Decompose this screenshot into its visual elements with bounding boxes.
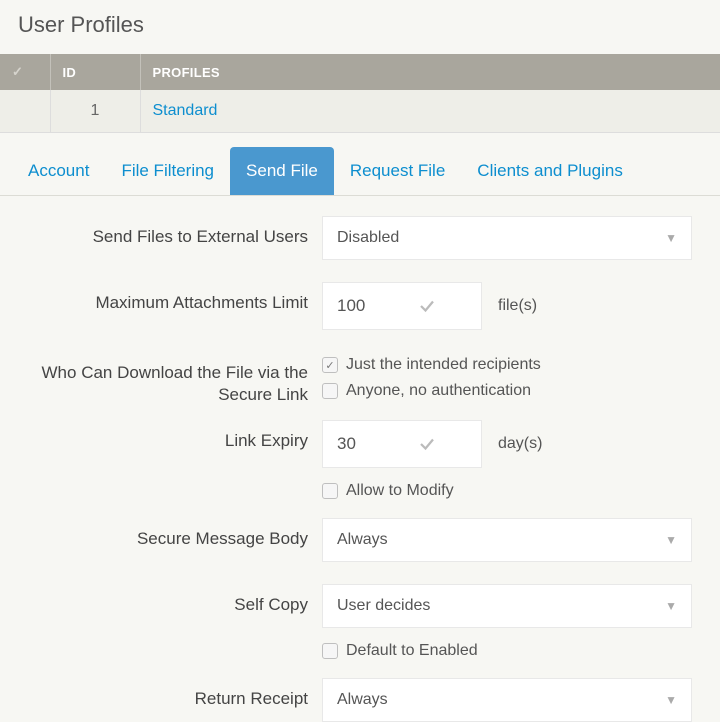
check-icon xyxy=(418,435,436,453)
option-anyone: Anyone, no authentication xyxy=(346,382,531,400)
confirm-link-expiry-button[interactable] xyxy=(407,421,447,467)
checkbox-intended-recipients[interactable] xyxy=(322,357,338,373)
checkbox-allow-modify[interactable] xyxy=(322,483,338,499)
chevron-down-icon: ▼ xyxy=(665,599,677,613)
header-profiles: PROFILES xyxy=(140,54,720,90)
unit-days: day(s) xyxy=(492,435,542,453)
header-checkbox-col[interactable]: ✓ xyxy=(0,54,50,90)
tab-request-file[interactable]: Request File xyxy=(334,147,461,195)
input-max-attach[interactable] xyxy=(337,296,407,316)
check-icon xyxy=(418,297,436,315)
tab-file-filtering[interactable]: File Filtering xyxy=(105,147,230,195)
option-intended-recipients: Just the intended recipients xyxy=(346,356,541,374)
select-value: Always xyxy=(337,531,388,549)
input-link-expiry-wrap xyxy=(322,420,482,468)
chevron-down-icon: ▼ xyxy=(665,533,677,547)
select-return-receipt[interactable]: Always ▼ xyxy=(322,678,692,722)
select-secure-body[interactable]: Always ▼ xyxy=(322,518,692,562)
unit-files: file(s) xyxy=(492,297,537,315)
table-row[interactable]: 1 Standard xyxy=(0,90,720,133)
checkbox-default-enabled[interactable] xyxy=(322,643,338,659)
check-icon: ✓ xyxy=(12,64,23,80)
label-return-receipt: Return Receipt xyxy=(12,678,322,710)
input-max-attach-wrap xyxy=(322,282,482,330)
row-checkbox-cell[interactable] xyxy=(0,90,50,133)
tabs: Account File Filtering Send File Request… xyxy=(0,147,720,196)
checkbox-anyone[interactable] xyxy=(322,383,338,399)
tab-account[interactable]: Account xyxy=(12,147,105,195)
label-link-expiry: Link Expiry xyxy=(12,420,322,452)
profile-link[interactable]: Standard xyxy=(153,102,218,119)
label-send-external: Send Files to External Users xyxy=(12,216,322,248)
chevron-down-icon: ▼ xyxy=(665,231,677,245)
select-self-copy[interactable]: User decides ▼ xyxy=(322,584,692,628)
select-send-external[interactable]: Disabled ▼ xyxy=(322,216,692,260)
label-secure-body: Secure Message Body xyxy=(12,518,322,550)
label-allow-modify: Allow to Modify xyxy=(346,482,454,500)
row-id: 1 xyxy=(50,90,140,133)
settings-form: Send Files to External Users Disabled ▼ … xyxy=(0,196,720,722)
input-link-expiry[interactable] xyxy=(337,434,407,454)
tab-clients-plugins[interactable]: Clients and Plugins xyxy=(461,147,639,195)
label-max-attach: Maximum Attachments Limit xyxy=(12,282,322,314)
header-id: ID xyxy=(50,54,140,90)
label-default-enabled: Default to Enabled xyxy=(346,642,478,660)
page-title: User Profiles xyxy=(0,0,720,54)
chevron-down-icon: ▼ xyxy=(665,693,677,707)
tab-send-file[interactable]: Send File xyxy=(230,147,334,195)
label-who-download: Who Can Download the File via the Secure… xyxy=(12,352,322,406)
profiles-table: ✓ ID PROFILES 1 Standard xyxy=(0,54,720,133)
confirm-max-attach-button[interactable] xyxy=(407,283,447,329)
select-value: Always xyxy=(337,691,388,709)
select-value: User decides xyxy=(337,597,430,615)
select-value: Disabled xyxy=(337,229,399,247)
label-self-copy: Self Copy xyxy=(12,584,322,616)
